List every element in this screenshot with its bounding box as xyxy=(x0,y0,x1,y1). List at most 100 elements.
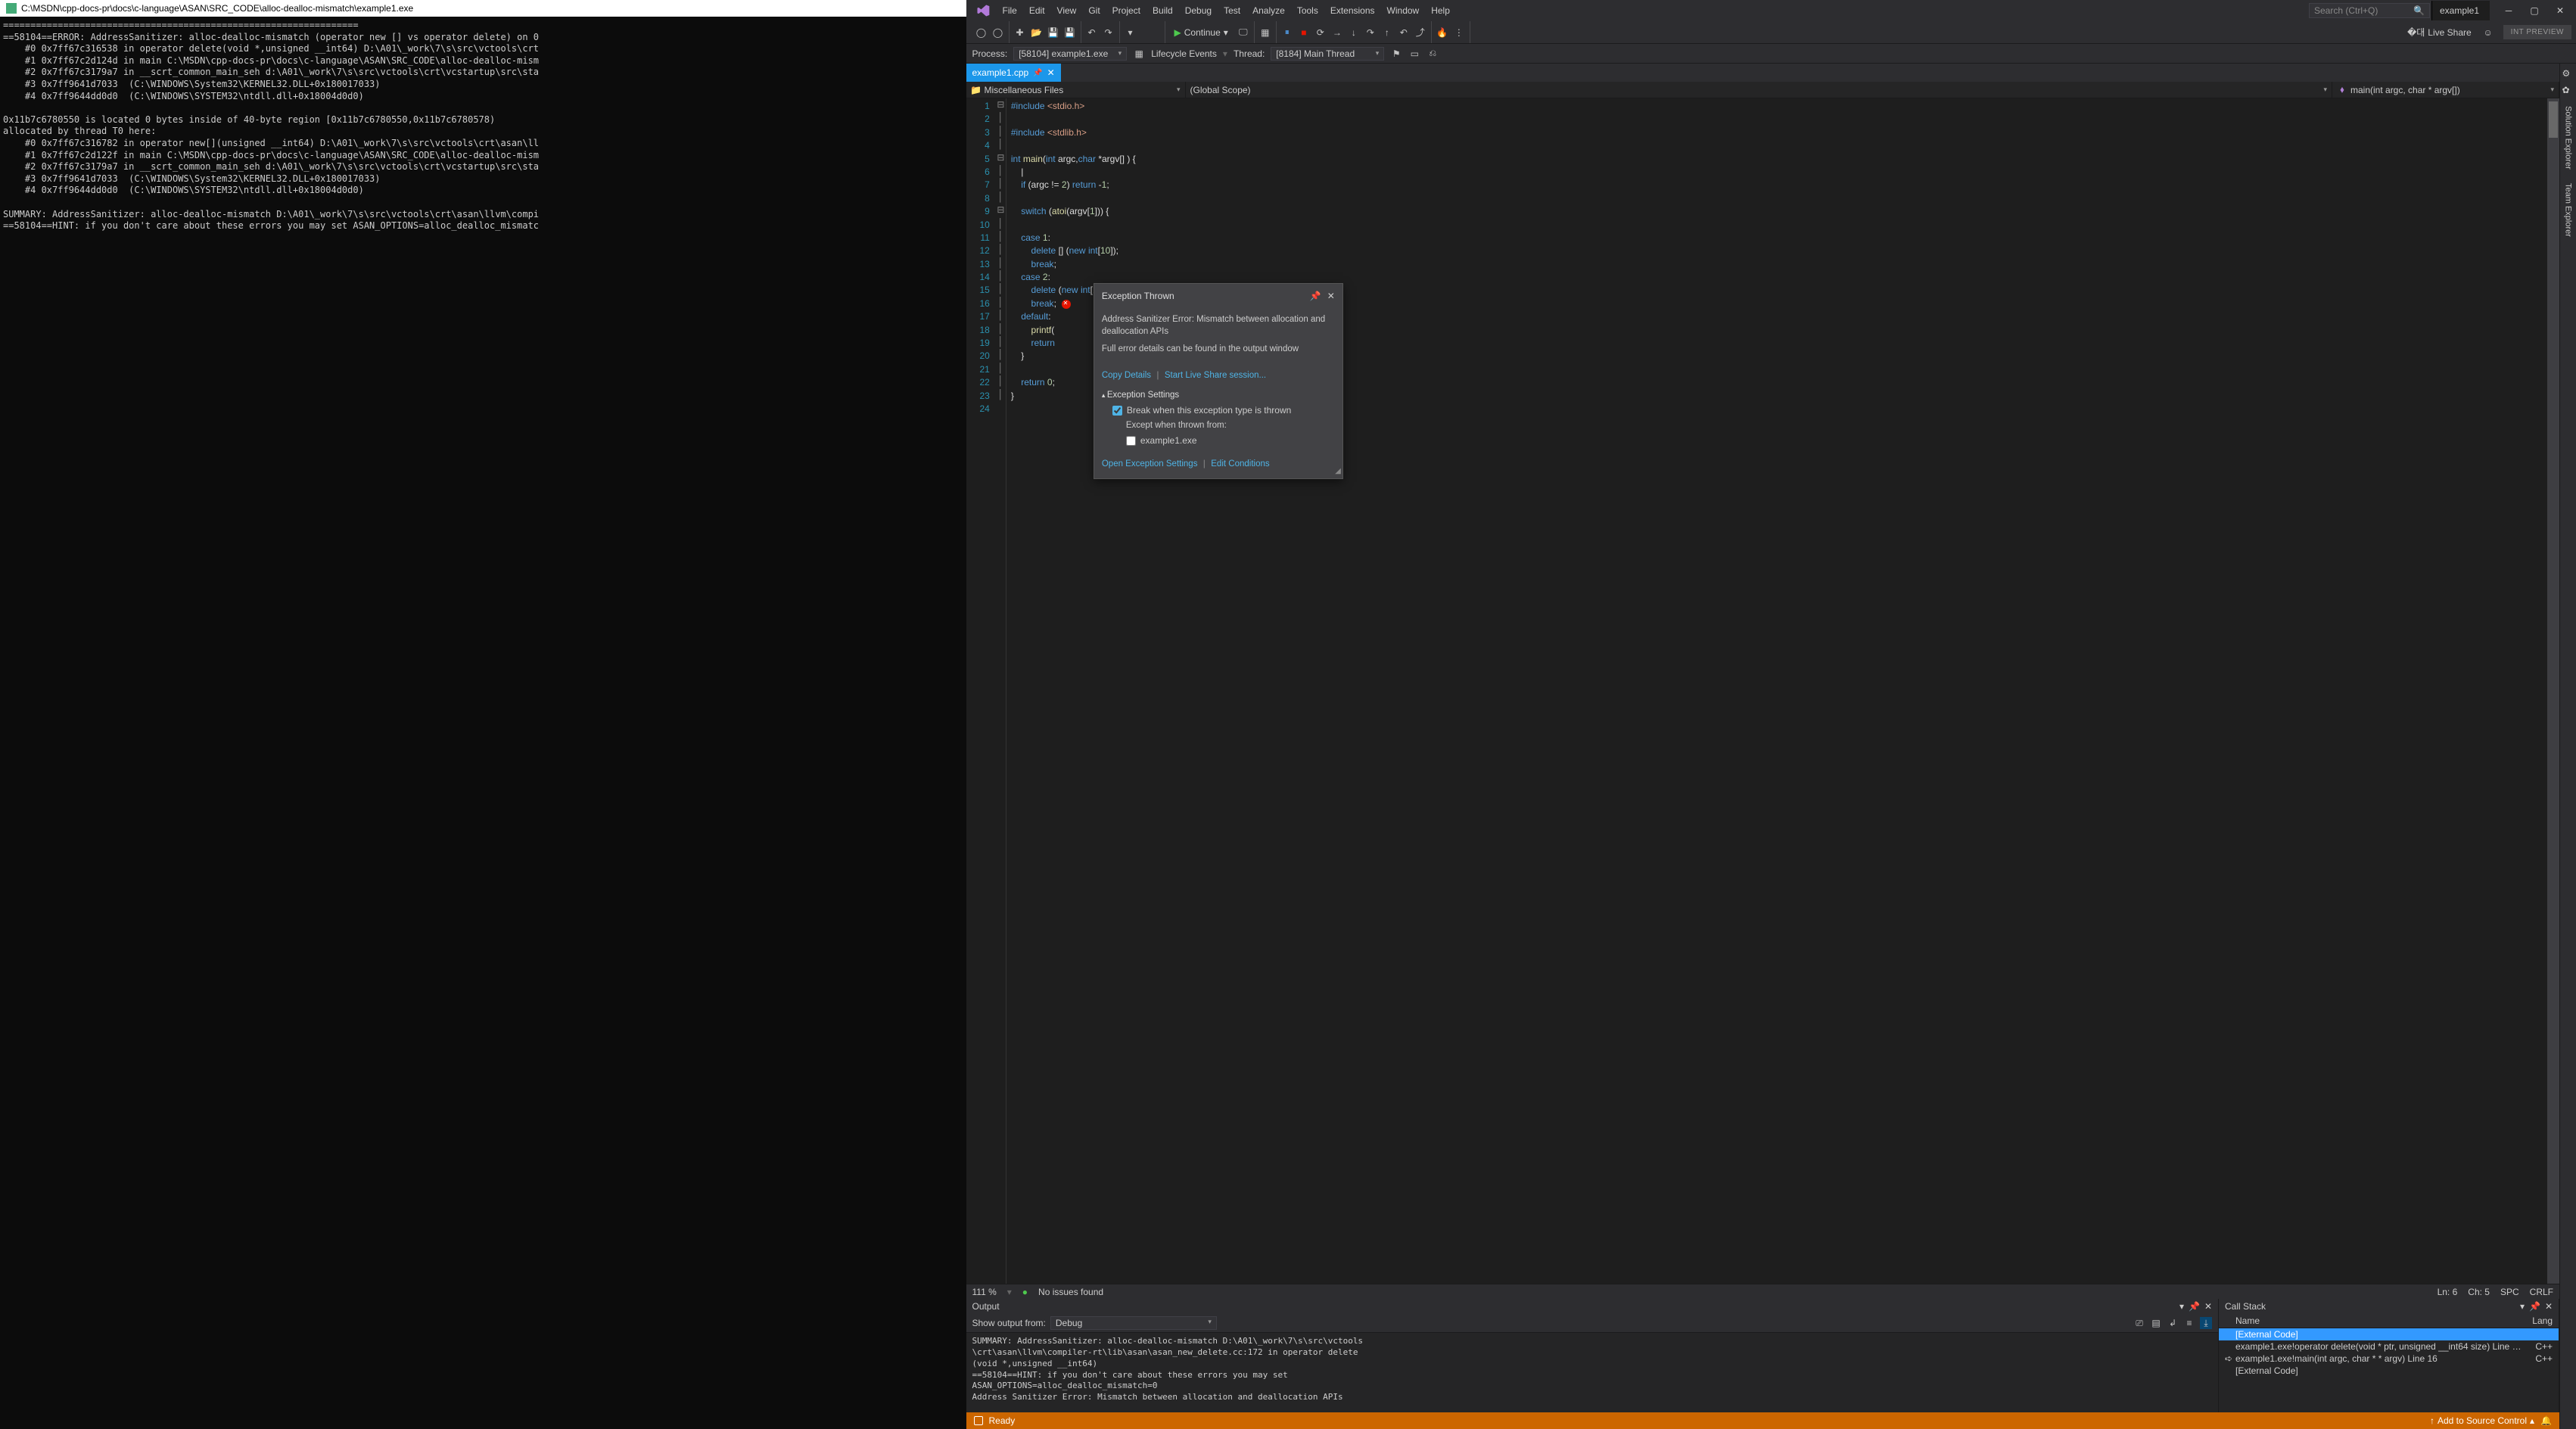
output-text[interactable]: SUMMARY: AddressSanitizer: alloc-dealloc… xyxy=(966,1333,2219,1412)
maximize-button[interactable]: ▢ xyxy=(2522,2,2547,20)
menu-window[interactable]: Window xyxy=(1381,2,1426,19)
step-back-icon[interactable]: ↶ xyxy=(1398,26,1410,39)
popup-close-icon[interactable]: ✕ xyxy=(1327,290,1335,303)
config-dropdown[interactable]: ▾ xyxy=(1125,26,1137,39)
debug-windows-icon[interactable]: ▦ xyxy=(1259,26,1271,39)
lifecycle-icon[interactable]: ▦ xyxy=(1133,48,1145,60)
close-tab-icon[interactable]: ✕ xyxy=(1047,67,1055,78)
lineending-indicator[interactable]: CRLF xyxy=(2530,1287,2553,1297)
callstack-row[interactable]: example1.exe!operator delete(void * ptr,… xyxy=(2219,1340,2559,1353)
copy-details-link[interactable]: Copy Details xyxy=(1102,371,1151,380)
add-source-control-button[interactable]: ↑ Add to Source Control ▴ xyxy=(2430,1415,2534,1426)
callstack-dropdown-icon[interactable]: ▾ xyxy=(2520,1301,2525,1312)
menu-extensions[interactable]: Extensions xyxy=(1324,2,1381,19)
save-all-icon[interactable]: 💾 xyxy=(1064,26,1076,39)
code-text[interactable]: #include <stdio.h> #include <stdlib.h> i… xyxy=(1006,98,2547,1284)
edit-conditions-link[interactable]: Edit Conditions xyxy=(1211,459,1269,469)
document-well-tab[interactable]: example1 xyxy=(2431,1,2490,20)
debug-target-icon[interactable]: 🖵 xyxy=(1237,26,1249,39)
output-clear-icon[interactable]: ⎚ xyxy=(2133,1317,2145,1329)
thread-combo[interactable]: [8184] Main Thread xyxy=(1271,47,1384,61)
menu-git[interactable]: Git xyxy=(1082,2,1106,19)
process-combo[interactable]: [58104] example1.exe xyxy=(1013,47,1127,61)
side-settings-icon[interactable]: ✿ xyxy=(2562,85,2574,97)
nav-project-combo[interactable]: 📁 Miscellaneous Files xyxy=(966,82,1186,98)
zoom-level[interactable]: 111 % xyxy=(972,1287,997,1297)
callstack-close-icon[interactable]: ✕ xyxy=(2545,1301,2553,1312)
except-module-checkbox[interactable] xyxy=(1126,436,1136,446)
menu-view[interactable]: View xyxy=(1051,2,1083,19)
output-toggle-icon[interactable]: ▤ xyxy=(2150,1317,2162,1329)
nav-fwd-icon[interactable]: ◯ xyxy=(992,26,1004,39)
step-icon[interactable]: ⤴ xyxy=(1414,26,1426,39)
callstack-row[interactable]: [External Code] xyxy=(2219,1365,2559,1377)
hot-reload-icon[interactable]: 🔥 xyxy=(1436,26,1448,39)
notifications-icon[interactable]: 🔔 xyxy=(2540,1415,2552,1426)
menu-file[interactable]: File xyxy=(997,2,1023,19)
error-glyph-icon[interactable] xyxy=(1062,300,1071,309)
close-button[interactable]: ✕ xyxy=(2547,2,2573,20)
line-indicator[interactable]: Ln: 6 xyxy=(2438,1287,2458,1297)
menu-project[interactable]: Project xyxy=(1106,2,1146,19)
menu-debug[interactable]: Debug xyxy=(1179,2,1218,19)
step-into-icon[interactable]: ↓ xyxy=(1348,26,1360,39)
side-config-icon[interactable]: ⚙ xyxy=(2562,68,2574,80)
output-list-icon[interactable]: ≡ xyxy=(2183,1317,2195,1329)
search-box[interactable]: Search (Ctrl+Q) 🔍 xyxy=(2309,3,2430,18)
issues-text[interactable]: No issues found xyxy=(1038,1287,1103,1297)
menu-edit[interactable]: Edit xyxy=(1023,2,1051,19)
side-tab-solution-explorer[interactable]: Solution Explorer xyxy=(2562,100,2574,176)
menu-analyze[interactable]: Analyze xyxy=(1246,2,1291,19)
undo-icon[interactable]: ↶ xyxy=(1086,26,1098,39)
thread-icon[interactable]: ⎌ xyxy=(1426,48,1439,60)
char-indicator[interactable]: Ch: 5 xyxy=(2468,1287,2490,1297)
console-titlebar[interactable]: C:\MSDN\cpp-docs-pr\docs\c-language\ASAN… xyxy=(0,0,966,17)
exception-settings-header[interactable]: Exception Settings xyxy=(1102,389,1335,402)
output-source-combo[interactable]: Debug xyxy=(1050,1316,1217,1330)
nav-back-icon[interactable]: ◯ xyxy=(975,26,988,39)
tools-icon[interactable]: ⋮ xyxy=(1453,26,1465,39)
show-next-icon[interactable]: → xyxy=(1331,26,1343,39)
redo-icon[interactable]: ↷ xyxy=(1103,26,1115,39)
break-all-icon[interactable]: ⏸ xyxy=(1281,26,1293,39)
lifecycle-label[interactable]: Lifecycle Events xyxy=(1151,48,1217,59)
resize-grip-icon[interactable]: ◢ xyxy=(1335,466,1341,478)
output-dropdown-icon[interactable]: ▾ xyxy=(2179,1301,2184,1312)
save-icon[interactable]: 💾 xyxy=(1047,26,1059,39)
outlining-margin[interactable]: ⊟│││⊟│││⊟││││││││││││││ xyxy=(996,98,1006,1284)
code-editor[interactable]: 123456789101112131415161718192021222324 … xyxy=(966,98,2560,1284)
editor-vertical-scrollbar[interactable] xyxy=(2547,98,2559,1284)
pin-icon[interactable]: 📌 xyxy=(1033,69,1042,77)
output-close-icon[interactable]: ✕ xyxy=(2204,1301,2212,1312)
output-pin-icon[interactable]: 📌 xyxy=(2189,1301,2200,1312)
menu-help[interactable]: Help xyxy=(1425,2,1456,19)
output-wrap-icon[interactable]: ↲ xyxy=(2167,1317,2179,1329)
stop-icon[interactable]: ■ xyxy=(1298,26,1310,39)
continue-dropdown-icon[interactable]: ▾ xyxy=(1224,27,1228,38)
console-output[interactable]: ========================================… xyxy=(0,17,966,235)
restart-icon[interactable]: ⟳ xyxy=(1314,26,1327,39)
nav-scope-combo[interactable]: (Global Scope) xyxy=(1186,82,2333,98)
side-tab-team-explorer[interactable]: Team Explorer xyxy=(2562,177,2574,243)
indent-indicator[interactable]: SPC xyxy=(2500,1287,2519,1297)
callstack-row[interactable]: [External Code] xyxy=(2219,1328,2559,1340)
callstack-lang-header[interactable]: Lang xyxy=(2532,1315,2553,1326)
step-over-icon[interactable]: ↷ xyxy=(1364,26,1377,39)
continue-button[interactable]: ▶ Continue ▾ xyxy=(1170,26,1233,39)
feedback-icon[interactable]: ☺ xyxy=(2482,26,2494,39)
step-out-icon[interactable]: ↑ xyxy=(1381,26,1393,39)
output-scroll-icon[interactable]: ⤓ xyxy=(2200,1317,2212,1329)
new-item-icon[interactable]: ✚ xyxy=(1014,26,1026,39)
callstack-pin-icon[interactable]: 📌 xyxy=(2529,1301,2540,1312)
flag-icon[interactable]: ⚑ xyxy=(1390,48,1402,60)
file-tab-example1[interactable]: example1.cpp 📌 ✕ xyxy=(966,64,1061,82)
open-icon[interactable]: 📂 xyxy=(1031,26,1043,39)
live-share-button[interactable]: �대 Live Share xyxy=(2401,26,2478,39)
nav-member-combo[interactable]: ⬧ main(int argc, char * argv[]) xyxy=(2332,82,2559,98)
open-exception-settings-link[interactable]: Open Exception Settings xyxy=(1102,459,1198,469)
stack-frame-icon[interactable]: ▭ xyxy=(1408,48,1420,60)
minimize-button[interactable]: ─ xyxy=(2496,2,2522,20)
popup-pin-icon[interactable]: 📌 xyxy=(1310,290,1321,303)
start-liveshare-link[interactable]: Start Live Share session... xyxy=(1165,371,1266,380)
callstack-rows[interactable]: [External Code]example1.exe!operator del… xyxy=(2219,1328,2559,1412)
